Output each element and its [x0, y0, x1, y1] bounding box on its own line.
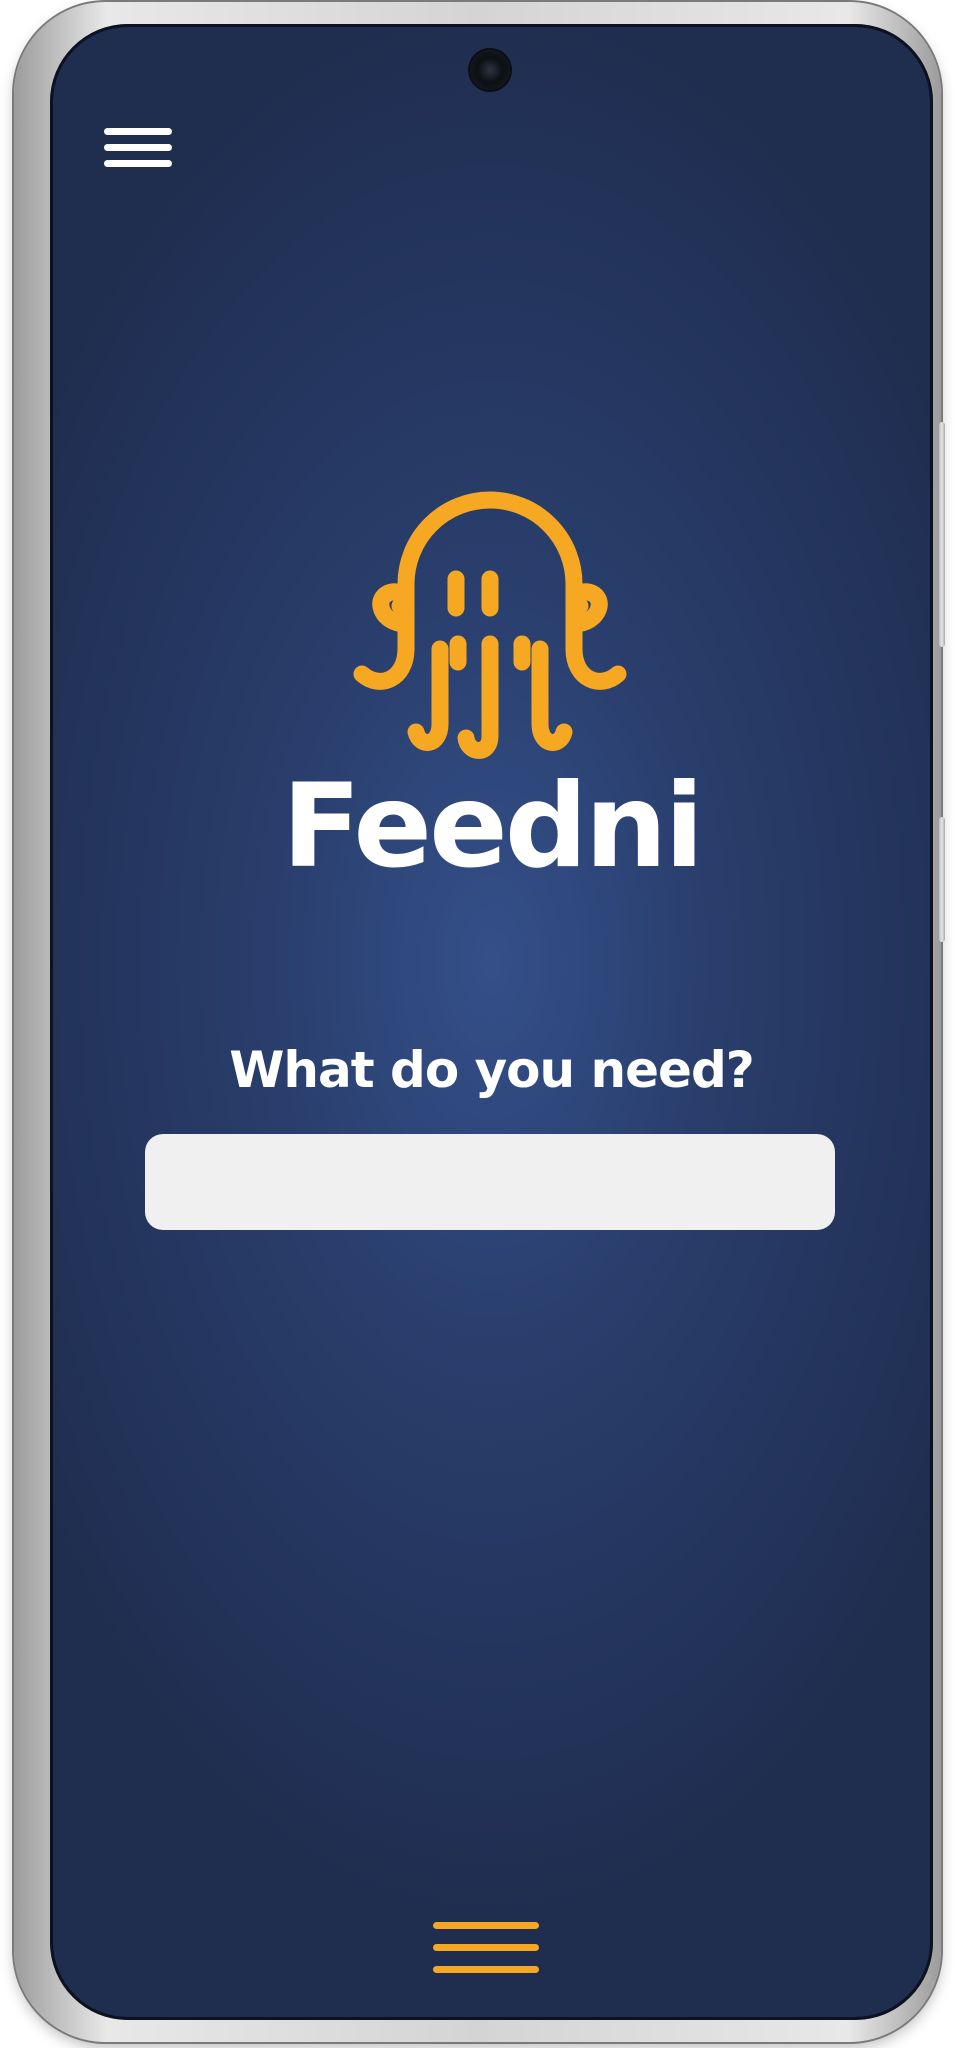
- app-name: Feedni: [281, 759, 704, 894]
- search-input[interactable]: [145, 1134, 835, 1230]
- octopus-logo-icon: [353, 491, 627, 759]
- front-camera: [470, 50, 510, 90]
- menu-button[interactable]: [104, 128, 176, 180]
- power-button: [939, 817, 945, 942]
- volume-button: [939, 422, 945, 647]
- search-prompt: What do you need?: [229, 1041, 755, 1099]
- bottom-menu-button[interactable]: [433, 1922, 543, 1982]
- phone-frame: Feedni What do you need?: [14, 2, 945, 2042]
- app-screen: Feedni What do you need?: [50, 24, 933, 2020]
